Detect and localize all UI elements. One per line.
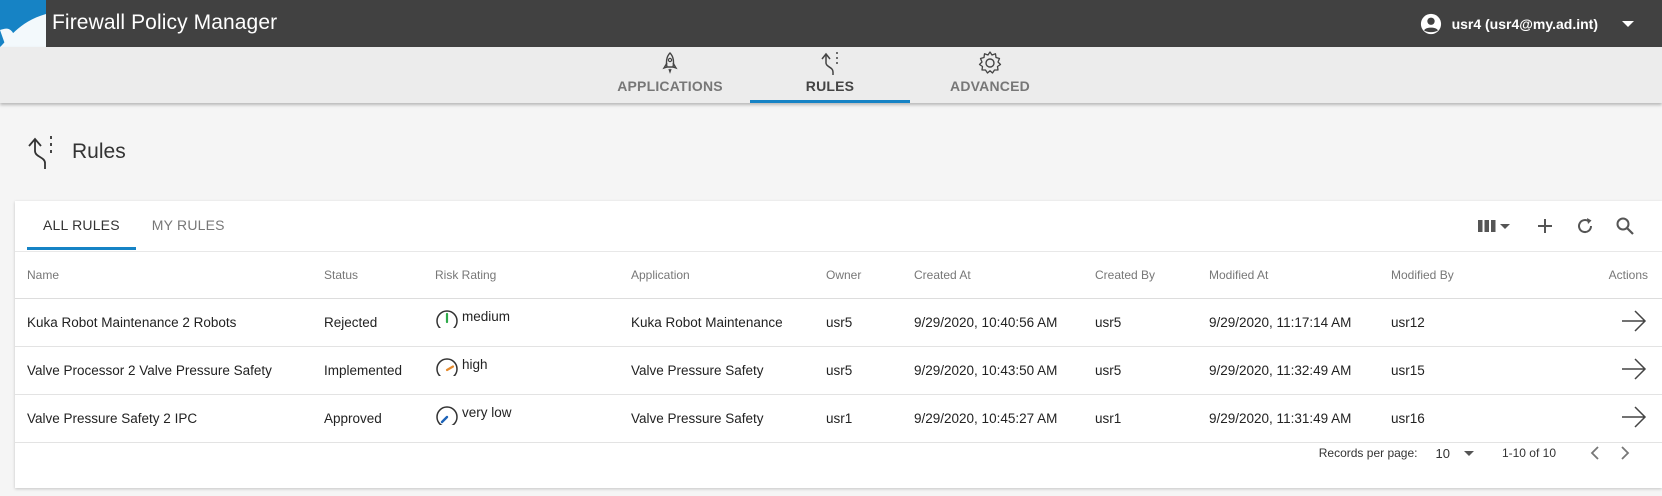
columns-button[interactable]: [1478, 213, 1518, 239]
records-per-page-select[interactable]: 10: [1435, 445, 1474, 461]
chevron-down-icon[interactable]: [1622, 21, 1634, 27]
risk-label: high: [462, 356, 488, 372]
search-icon: [1616, 217, 1634, 235]
rule-created-by: usr5: [1083, 298, 1197, 347]
rule-risk-rating: high: [423, 346, 619, 395]
risk-gauge-icon: [436, 406, 458, 429]
columns-icon: [1478, 220, 1496, 232]
pagination-range: 1-10 of 10: [1501, 446, 1556, 460]
search-button[interactable]: [1612, 213, 1638, 239]
rule-application: Kuka Robot Maintenance: [619, 298, 814, 347]
records-per-page-value: 10: [1435, 445, 1450, 461]
rule-created-by: usr5: [1083, 346, 1197, 395]
open-rule-button[interactable]: [1620, 309, 1648, 333]
nav-tab-label: ADVANCED: [950, 78, 1030, 94]
column-header-status[interactable]: Status: [312, 251, 423, 299]
tab-my-rules[interactable]: MY RULES: [136, 201, 241, 250]
arrow-right-icon: [1622, 358, 1647, 380]
nav-tab-label: APPLICATIONS: [617, 78, 723, 94]
table-header-row: Name Status Risk Rating Application Owne…: [15, 251, 1662, 299]
rule-owner: usr5: [814, 346, 902, 395]
rule-status: Approved: [312, 394, 423, 443]
open-rule-button[interactable]: [1620, 357, 1648, 381]
previous-page-button[interactable]: [1580, 438, 1610, 468]
rule-modified-by: usr12: [1379, 298, 1491, 347]
rule-risk-rating: medium: [423, 298, 619, 347]
column-header-owner[interactable]: Owner: [814, 251, 902, 299]
refresh-icon: [1578, 218, 1593, 234]
column-header-modified-by[interactable]: Modified By: [1379, 251, 1491, 299]
risk-label: medium: [462, 308, 511, 324]
rule-owner: usr5: [814, 298, 902, 347]
rule-name: Valve Pressure Safety 2 IPC: [15, 394, 312, 443]
chevron-down-icon: [1463, 450, 1474, 456]
tab-all-rules[interactable]: ALL RULES: [27, 201, 136, 250]
rules-subtabs: ALL RULES MY RULES: [27, 201, 241, 250]
nav-tab-label: RULES: [805, 78, 855, 94]
rule-name: Kuka Robot Maintenance 2 Robots: [15, 298, 312, 347]
page-header: Rules: [26, 130, 126, 174]
chevron-right-icon: [1621, 446, 1630, 460]
arrow-right-icon: [1622, 310, 1647, 332]
rule-modified-at: 9/29/2020, 11:32:49 AM: [1197, 346, 1379, 395]
column-header-name[interactable]: Name: [15, 251, 312, 299]
user-menu[interactable]: usr4 (usr4@my.ad.int): [1420, 12, 1634, 36]
rule-created-at: 9/29/2020, 10:43:50 AM: [902, 346, 1083, 395]
rule-created-at: 9/29/2020, 10:40:56 AM: [902, 298, 1083, 347]
nav-tab-applications[interactable]: APPLICATIONS: [590, 47, 750, 103]
shark-fin-logo-icon: [0, 14, 46, 47]
nav-tab-advanced[interactable]: ADVANCED: [910, 47, 1070, 103]
risk-gauge-icon: [436, 358, 458, 381]
rule-created-by: usr1: [1083, 394, 1197, 443]
rule-application: Valve Pressure Safety: [619, 346, 814, 395]
column-header-created-by[interactable]: Created By: [1083, 251, 1197, 299]
page-title: Rules: [72, 140, 126, 163]
column-header-actions: Actions: [1491, 251, 1662, 299]
rule-application: Valve Pressure Safety: [619, 394, 814, 443]
column-header-modified-at[interactable]: Modified At: [1197, 251, 1379, 299]
nav-tab-rules[interactable]: RULES: [750, 47, 910, 103]
next-page-button[interactable]: [1610, 438, 1640, 468]
chevron-down-icon: [1500, 223, 1510, 229]
risk-gauge-icon: [436, 310, 458, 333]
rules-fork-icon: [28, 136, 52, 169]
chevron-left-icon: [1590, 446, 1599, 460]
rule-status: Implemented: [312, 346, 423, 395]
brand-logo[interactable]: [0, 0, 46, 47]
rules-card: ALL RULES MY RULES Name Status Risk Rati…: [15, 201, 1662, 488]
arrow-right-icon: [1622, 406, 1647, 428]
gear-icon: [978, 51, 1002, 74]
records-per-page-label: Records per page:: [1318, 446, 1418, 460]
rule-created-at: 9/29/2020, 10:45:27 AM: [902, 394, 1083, 443]
main-nav: APPLICATIONS RULES ADVANCED: [0, 47, 1662, 103]
app-title: Firewall Policy Manager: [52, 11, 278, 34]
rule-status: Rejected: [312, 298, 423, 347]
rule-name: Valve Processor 2 Valve Pressure Safety: [15, 346, 312, 395]
risk-label: very low: [462, 404, 512, 420]
table-row[interactable]: Valve Processor 2 Valve Pressure Safety …: [15, 346, 1662, 395]
rule-modified-by: usr15: [1379, 346, 1491, 395]
rule-risk-rating: very low: [423, 394, 619, 443]
add-rule-button[interactable]: [1532, 213, 1558, 239]
table-row[interactable]: Kuka Robot Maintenance 2 Robots Rejected…: [15, 298, 1662, 347]
rule-owner: usr1: [814, 394, 902, 443]
column-header-application[interactable]: Application: [619, 251, 814, 299]
rules-table: Name Status Risk Rating Application Owne…: [15, 251, 1662, 443]
open-rule-button[interactable]: [1620, 405, 1648, 429]
rule-modified-at: 9/29/2020, 11:17:14 AM: [1197, 298, 1379, 347]
user-name: usr4 (usr4@my.ad.int): [1451, 16, 1598, 32]
app-header: Firewall Policy Manager usr4 (usr4@my.ad…: [0, 0, 1662, 47]
rules-fork-icon: [821, 52, 838, 75]
column-header-created-at[interactable]: Created At: [902, 251, 1083, 299]
add-icon: [1538, 219, 1552, 233]
table-pagination: Records per page: 10 1-10 of 10: [1319, 429, 1662, 477]
account-circle-icon: [1420, 13, 1441, 35]
refresh-button[interactable]: [1572, 213, 1598, 239]
rocket-icon: [662, 52, 678, 74]
column-header-risk-rating[interactable]: Risk Rating: [423, 251, 619, 299]
table-toolbar: [1478, 213, 1638, 239]
